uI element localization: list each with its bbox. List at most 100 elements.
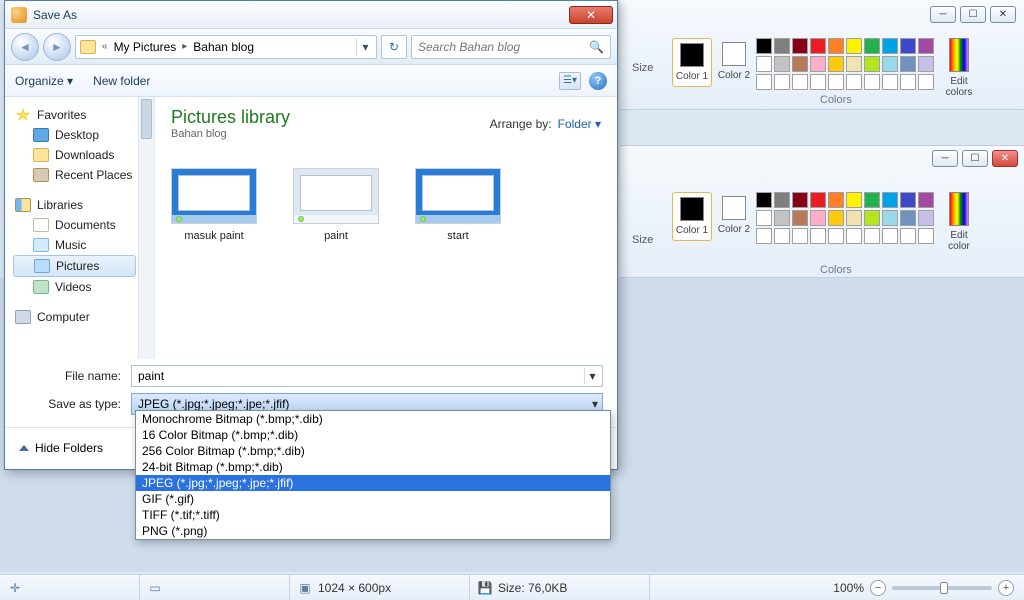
type-option[interactable]: JPEG (*.jpg;*.jpeg;*.jpe;*.jfif) <box>136 475 610 491</box>
file-thumbnail[interactable]: start <box>415 168 501 242</box>
palette-swatch[interactable] <box>828 228 844 244</box>
palette-swatch[interactable] <box>792 210 808 226</box>
palette-swatch[interactable] <box>828 38 844 54</box>
file-thumbnail[interactable]: masuk paint <box>171 168 257 242</box>
maximize-button[interactable]: ☐ <box>960 6 986 23</box>
palette-swatch[interactable] <box>864 74 880 90</box>
zoom-out-button[interactable]: − <box>870 580 886 596</box>
zoom-in-button[interactable]: + <box>998 580 1014 596</box>
palette-swatch[interactable] <box>774 228 790 244</box>
palette-swatch[interactable] <box>828 192 844 208</box>
palette-swatch[interactable] <box>882 210 898 226</box>
palette-swatch[interactable] <box>882 228 898 244</box>
tree-scrollbar[interactable] <box>138 97 154 359</box>
palette-swatch[interactable] <box>900 38 916 54</box>
minimize-button-2[interactable]: ─ <box>932 150 958 167</box>
forward-button[interactable]: ► <box>43 33 71 61</box>
refresh-button[interactable]: ↻ <box>381 35 407 59</box>
breadcrumb-dropdown[interactable]: ▾ <box>356 38 374 56</box>
tree-libraries[interactable]: Libraries <box>13 195 154 215</box>
palette-swatch[interactable] <box>846 192 862 208</box>
palette-swatch[interactable] <box>756 74 772 90</box>
palette-swatch[interactable] <box>756 228 772 244</box>
file-thumbnail[interactable]: paint <box>293 168 379 242</box>
palette-swatch[interactable] <box>918 56 934 72</box>
search-input[interactable]: Search Bahan blog 🔍 <box>411 35 611 59</box>
type-option[interactable]: GIF (*.gif) <box>136 491 610 507</box>
palette-swatch[interactable] <box>810 192 826 208</box>
filename-input[interactable]: paint ▾ <box>131 365 603 387</box>
palette-swatch[interactable] <box>774 56 790 72</box>
palette-swatch[interactable] <box>864 192 880 208</box>
tree-pictures[interactable]: Pictures <box>13 255 136 277</box>
breadcrumb-left-chevron[interactable]: « <box>102 41 108 52</box>
edit-colors-button-2[interactable]: Edit color <box>940 192 978 252</box>
palette-swatch[interactable] <box>774 74 790 90</box>
type-option[interactable]: Monochrome Bitmap (*.bmp;*.dib) <box>136 411 610 427</box>
type-option[interactable]: 256 Color Bitmap (*.bmp;*.dib) <box>136 443 610 459</box>
dialog-close-button[interactable]: ✕ <box>569 6 613 24</box>
size-dropdown-label-2[interactable]: Size <box>632 234 653 246</box>
palette-swatch[interactable] <box>882 38 898 54</box>
palette-swatch[interactable] <box>846 210 862 226</box>
type-option[interactable]: PNG (*.png) <box>136 523 610 539</box>
palette-swatch[interactable] <box>828 56 844 72</box>
palette-swatch[interactable] <box>918 74 934 90</box>
tree-documents[interactable]: Documents <box>13 215 154 235</box>
palette-swatch[interactable] <box>810 210 826 226</box>
breadcrumb[interactable]: « My Pictures ▸ Bahan blog ▾ <box>75 35 377 59</box>
palette-swatch[interactable] <box>774 210 790 226</box>
maximize-button-2[interactable]: ☐ <box>962 150 988 167</box>
palette-swatch[interactable] <box>756 210 772 226</box>
palette-swatch[interactable] <box>810 56 826 72</box>
arrange-value[interactable]: Folder ▾ <box>558 117 601 131</box>
color1-selector-2[interactable]: Color 1 <box>672 192 712 241</box>
breadcrumb-part1[interactable]: My Pictures <box>114 40 177 54</box>
palette-swatch[interactable] <box>882 74 898 90</box>
palette-swatch[interactable] <box>846 56 862 72</box>
palette-swatch[interactable] <box>810 228 826 244</box>
color-palette-lower[interactable] <box>756 192 934 244</box>
minimize-button[interactable]: ─ <box>930 6 956 23</box>
palette-swatch[interactable] <box>846 38 862 54</box>
new-folder-button[interactable]: New folder <box>93 74 150 88</box>
palette-swatch[interactable] <box>900 192 916 208</box>
palette-swatch[interactable] <box>900 74 916 90</box>
palette-swatch[interactable] <box>756 56 772 72</box>
palette-swatch[interactable] <box>810 74 826 90</box>
tree-scroll-thumb[interactable] <box>141 99 152 139</box>
help-button[interactable]: ? <box>589 72 607 90</box>
filename-dropdown[interactable]: ▾ <box>584 368 600 384</box>
color2-selector-2[interactable]: Color 2 <box>714 192 754 239</box>
palette-swatch[interactable] <box>864 56 880 72</box>
saveastype-dropdown-list[interactable]: Monochrome Bitmap (*.bmp;*.dib)16 Color … <box>135 410 611 540</box>
type-option[interactable]: TIFF (*.tif;*.tiff) <box>136 507 610 523</box>
palette-swatch[interactable] <box>828 74 844 90</box>
palette-swatch[interactable] <box>864 38 880 54</box>
palette-swatch[interactable] <box>756 192 772 208</box>
palette-swatch[interactable] <box>882 56 898 72</box>
zoom-slider-thumb[interactable] <box>940 582 948 594</box>
palette-swatch[interactable] <box>918 38 934 54</box>
palette-swatch[interactable] <box>900 228 916 244</box>
palette-swatch[interactable] <box>828 210 844 226</box>
palette-swatch[interactable] <box>792 56 808 72</box>
tree-favorites[interactable]: Favorites <box>13 105 154 125</box>
palette-swatch[interactable] <box>900 210 916 226</box>
tree-downloads[interactable]: Downloads <box>13 145 154 165</box>
palette-swatch[interactable] <box>774 192 790 208</box>
palette-swatch[interactable] <box>846 74 862 90</box>
palette-swatch[interactable] <box>792 228 808 244</box>
type-option[interactable]: 16 Color Bitmap (*.bmp;*.dib) <box>136 427 610 443</box>
zoom-slider[interactable] <box>892 586 992 590</box>
palette-swatch[interactable] <box>864 210 880 226</box>
palette-swatch[interactable] <box>918 210 934 226</box>
tree-recent[interactable]: Recent Places <box>13 165 154 185</box>
color-palette-upper[interactable] <box>756 38 934 90</box>
palette-swatch[interactable] <box>900 56 916 72</box>
palette-swatch[interactable] <box>918 228 934 244</box>
size-dropdown-label[interactable]: Size <box>632 62 653 74</box>
tree-desktop[interactable]: Desktop <box>13 125 154 145</box>
breadcrumb-part2[interactable]: Bahan blog <box>193 40 254 54</box>
tree-music[interactable]: Music <box>13 235 154 255</box>
